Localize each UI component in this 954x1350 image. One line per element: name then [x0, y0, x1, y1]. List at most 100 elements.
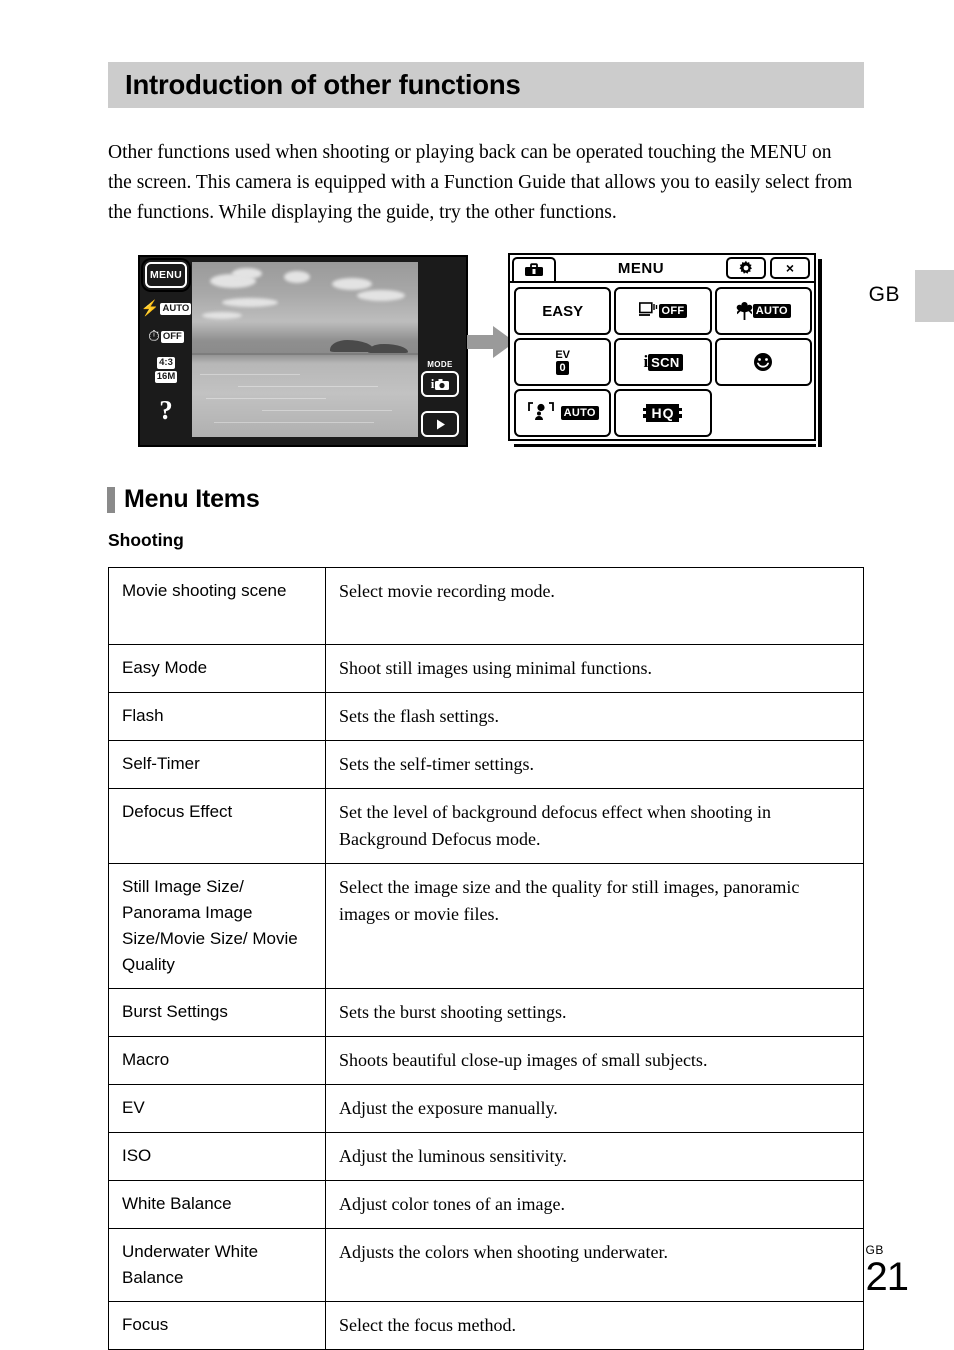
movie-quality-value: HQ: [643, 404, 683, 422]
page-number: 21: [865, 1255, 909, 1299]
page-title: Introduction of other functions: [125, 69, 521, 101]
easy-mode-label: EASY: [542, 302, 584, 320]
menu-item-description: Adjust color tones of an image.: [325, 1180, 864, 1229]
self-timer-value: OFF: [160, 330, 184, 343]
section-heading: Menu Items: [107, 485, 260, 514]
mode-label: MODE: [427, 360, 453, 369]
image-size-value: 16M: [154, 371, 178, 383]
burst-settings-value: OFF: [658, 304, 688, 318]
image-size-indicator[interactable]: 4:3 16M: [154, 357, 178, 383]
ev-value: 0: [556, 360, 569, 375]
menu-item-name: Self-Timer: [108, 740, 326, 789]
function-guide-icon[interactable]: ?: [159, 397, 173, 424]
menu-topbar: MENU ×: [510, 255, 814, 283]
table-row: ISO Adjust the luminous sensitivity.: [108, 1132, 864, 1181]
table-row: Defocus Effect Set the level of backgrou…: [108, 788, 864, 864]
menu-item-description: Select the focus method.: [325, 1301, 864, 1350]
menu-item-description: Select the image size and the quality fo…: [325, 863, 864, 989]
table-row: Burst Settings Sets the burst shooting s…: [108, 988, 864, 1037]
camera-left-toolbar: MENU ⚡ AUTO ⏱ OFF 4:3 16M ?: [140, 257, 192, 445]
menu-item-description: Adjust the exposure manually.: [325, 1084, 864, 1133]
ev-label: EV: [555, 348, 570, 361]
menu-grid: EASY OFF AUTO EV 0 i SCN AUTO HQ: [514, 287, 812, 437]
section-heading-text: Menu Items: [124, 485, 260, 513]
menu-item-name: Macro: [108, 1036, 326, 1085]
close-button[interactable]: ×: [770, 257, 810, 279]
settings-tab[interactable]: [512, 257, 556, 281]
camera-icon: [435, 378, 450, 390]
menu-cell-empty: [714, 389, 812, 437]
table-row: Movie shooting scene Select movie record…: [108, 567, 864, 645]
self-timer-indicator[interactable]: ⏱ OFF: [148, 329, 184, 344]
menu-item-name: Still Image Size/ Panorama Image Size/Mo…: [108, 863, 326, 989]
settings-button[interactable]: [726, 257, 766, 279]
menu-item-description: Adjust the luminous sensitivity.: [325, 1132, 864, 1181]
menu-cell-ev[interactable]: EV 0: [514, 338, 612, 386]
table-row: Still Image Size/ Panorama Image Size/Mo…: [108, 863, 864, 989]
table-row: Focus Select the focus method.: [108, 1301, 864, 1350]
menu-cell-easy-mode[interactable]: EASY: [514, 287, 612, 335]
liveview-photo: [192, 262, 418, 437]
scene-value: SCN: [648, 353, 683, 371]
aspect-ratio-value: 4:3: [157, 357, 175, 369]
figure-illustrations: MENU ⚡ AUTO ⏱ OFF 4:3 16M ? MODE i MENU …: [108, 250, 864, 450]
menu-item-description: Sets the flash settings.: [325, 692, 864, 741]
menu-cell-scene-selection[interactable]: i SCN: [614, 338, 712, 386]
menu-item-name: ISO: [108, 1132, 326, 1181]
horizon-line: [192, 353, 418, 355]
menu-item-name: Burst Settings: [108, 988, 326, 1037]
menu-item-description: Shoot still images using minimal functio…: [325, 644, 864, 693]
menu-cell-movie-quality[interactable]: HQ: [614, 389, 712, 437]
camera-liveview-illustration: MENU ⚡ AUTO ⏱ OFF 4:3 16M ? MODE i: [138, 255, 468, 447]
flash-mode-indicator[interactable]: ⚡ AUTO: [140, 300, 192, 317]
island-shape: [368, 344, 408, 353]
close-icon: ×: [785, 260, 795, 276]
menu-cell-focus[interactable]: AUTO: [514, 389, 612, 437]
self-timer-icon: ⏱: [148, 328, 160, 345]
menu-item-name: Flash: [108, 692, 326, 741]
menu-cell-macro[interactable]: AUTO: [714, 287, 812, 335]
menu-items-table: Movie shooting scene Select movie record…: [108, 567, 864, 1350]
intro-paragraph: Other functions used when shooting or pl…: [108, 141, 853, 223]
menu-screen-frame: MENU × EASY OFF AUTO EV 0 i SCN AUTO HQ: [508, 253, 816, 441]
menu-cell-burst-settings[interactable]: OFF: [614, 287, 712, 335]
table-body: Movie shooting scene Select movie record…: [108, 567, 864, 1350]
shooting-mode-button[interactable]: i: [421, 371, 459, 397]
menu-item-name: EV: [108, 1084, 326, 1133]
menu-item-description: Sets the burst shooting settings.: [325, 988, 864, 1037]
flash-mode-value: AUTO: [160, 302, 192, 315]
heading-marker-bar: [107, 486, 115, 513]
table-row: White Balance Adjust color tones of an i…: [108, 1180, 864, 1229]
menu-item-name: Focus: [108, 1301, 326, 1350]
smile-face-icon: [754, 353, 773, 371]
menu-item-description: Sets the self-timer settings.: [325, 740, 864, 789]
menu-item-description: Set the level of background defocus effe…: [325, 788, 864, 864]
language-marker: GB: [868, 283, 900, 306]
subsection-heading: Shooting: [108, 530, 184, 550]
macro-value: AUTO: [752, 304, 791, 318]
page-edge-tab: [915, 270, 954, 322]
toolbox-icon: [525, 263, 543, 276]
menu-shadow-bottom: [514, 444, 816, 447]
menu-item-description: Shoots beautiful close-up images of smal…: [325, 1036, 864, 1085]
menu-cell-smile-shutter[interactable]: [714, 338, 812, 386]
table-row: Flash Sets the flash settings.: [108, 692, 864, 741]
gear-icon: [739, 260, 752, 274]
focus-bracket-icon: [527, 402, 554, 420]
menu-button[interactable]: MENU: [145, 262, 187, 288]
table-row: Easy Mode Shoot still images using minim…: [108, 644, 864, 693]
table-row: Underwater White Balance Adjusts the col…: [108, 1228, 864, 1302]
playback-button[interactable]: [421, 411, 459, 437]
menu-item-name: Underwater White Balance: [108, 1228, 326, 1302]
camera-right-toolbar: MODE i: [414, 257, 466, 445]
menu-item-name: White Balance: [108, 1180, 326, 1229]
menu-item-name: Defocus Effect: [108, 788, 326, 864]
table-row: Macro Shoots beautiful close-up images o…: [108, 1036, 864, 1085]
menu-item-description: Adjusts the colors when shooting underwa…: [325, 1228, 864, 1302]
menu-shadow-right: [818, 259, 822, 447]
play-triangle-icon: [436, 419, 445, 429]
flash-icon: ⚡: [140, 300, 160, 317]
burst-icon: [638, 302, 657, 316]
menu-item-name: Easy Mode: [108, 644, 326, 693]
focus-value: AUTO: [560, 406, 599, 420]
